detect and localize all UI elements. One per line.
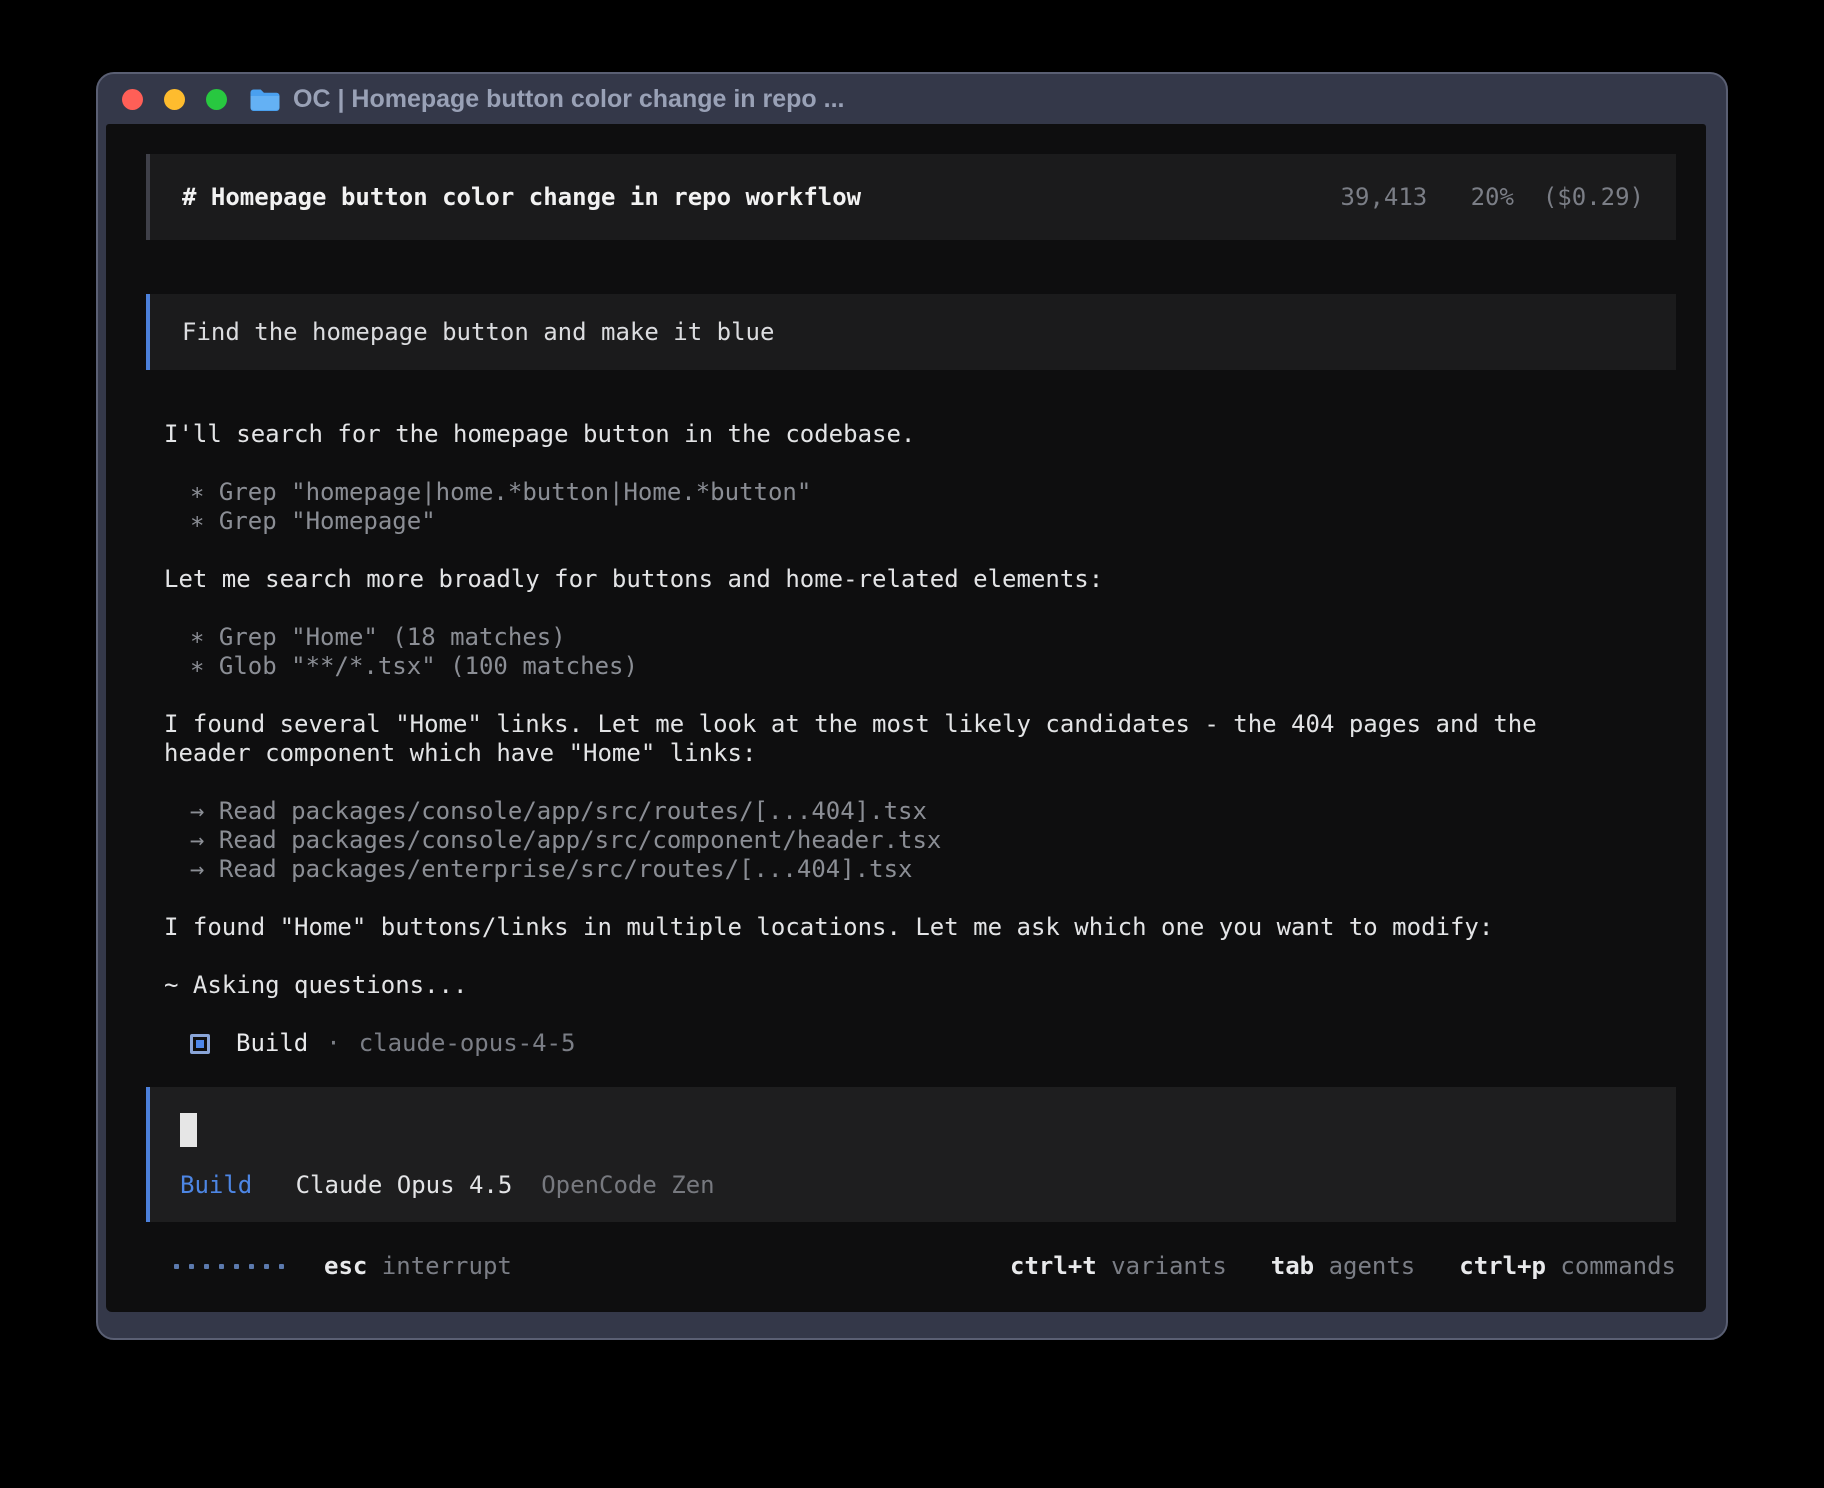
window-title: OC | Homepage button color change in rep… bbox=[293, 85, 844, 114]
agent-model: claude-opus-4-5 bbox=[359, 1029, 576, 1058]
prompt-input[interactable]: Build Claude Opus 4.5 OpenCode Zen bbox=[146, 1087, 1676, 1222]
tool-call-grep: ∗ Grep "Homepage" bbox=[164, 507, 1676, 536]
hint-key: tab bbox=[1271, 1252, 1314, 1281]
session-stats: 39,413 20% ($0.29) bbox=[1341, 183, 1644, 212]
hint-variants: ctrl+t variants bbox=[1010, 1252, 1227, 1281]
model-row: Build Claude Opus 4.5 OpenCode Zen bbox=[180, 1171, 1646, 1200]
minimize-button[interactable] bbox=[164, 89, 185, 110]
tool-call-read: → Read packages/enterprise/src/routes/[.… bbox=[164, 855, 1676, 884]
context-percent: 20% bbox=[1471, 183, 1514, 211]
tool-call-grep: ∗ Grep "Home" (18 matches) bbox=[164, 623, 1676, 652]
agent-name: Build bbox=[236, 1029, 308, 1058]
asking-questions-status: ~ Asking questions... bbox=[164, 971, 1676, 1000]
hint-key: esc bbox=[324, 1252, 367, 1281]
user-message: Find the homepage button and make it blu… bbox=[146, 294, 1676, 370]
spinner-dots-icon bbox=[174, 1264, 284, 1269]
prompt-input-line[interactable] bbox=[180, 1113, 1646, 1147]
terminal-content: # Homepage button color change in repo w… bbox=[106, 124, 1706, 1312]
tool-call-group: ∗ Grep "homepage|home.*button|Home.*butt… bbox=[164, 478, 1676, 536]
tool-call-group: → Read packages/console/app/src/routes/[… bbox=[164, 797, 1676, 884]
folder-icon bbox=[249, 87, 280, 112]
hint-commands: ctrl+p commands bbox=[1459, 1252, 1676, 1281]
tool-call-read: → Read packages/console/app/src/routes/[… bbox=[164, 797, 1676, 826]
maximize-button[interactable] bbox=[206, 89, 227, 110]
assistant-message: Let me search more broadly for buttons a… bbox=[164, 565, 1566, 594]
hint-key: ctrl+p bbox=[1459, 1252, 1546, 1281]
hint-agents: tab agents bbox=[1271, 1252, 1416, 1281]
terminal-window: OC | Homepage button color change in rep… bbox=[96, 72, 1728, 1340]
session-title: # Homepage button color change in repo w… bbox=[182, 183, 861, 212]
active-agent-label[interactable]: Build bbox=[180, 1171, 252, 1199]
session-cost: ($0.29) bbox=[1543, 183, 1644, 211]
hint-interrupt: esc interrupt bbox=[324, 1252, 512, 1281]
assistant-message: I found several "Home" links. Let me loo… bbox=[164, 710, 1566, 768]
tool-call-group: ∗ Grep "Home" (18 matches) ∗ Glob "**/*.… bbox=[164, 623, 1676, 681]
assistant-message: I'll search for the homepage button in t… bbox=[164, 420, 1566, 449]
window-controls bbox=[122, 89, 227, 110]
tool-call-grep: ∗ Grep "homepage|home.*button|Home.*butt… bbox=[164, 478, 1676, 507]
assistant-transcript: I'll search for the homepage button in t… bbox=[164, 420, 1676, 1058]
hint-label: interrupt bbox=[382, 1252, 512, 1281]
window-titlebar: OC | Homepage button color change in rep… bbox=[98, 74, 1726, 124]
close-button[interactable] bbox=[122, 89, 143, 110]
separator-dot: · bbox=[326, 1029, 340, 1058]
user-message-text: Find the homepage button and make it blu… bbox=[182, 318, 774, 347]
hint-label: variants bbox=[1111, 1252, 1227, 1281]
session-header: # Homepage button color change in repo w… bbox=[146, 154, 1676, 240]
text-cursor bbox=[180, 1113, 197, 1147]
model-provider-label: OpenCode Zen bbox=[541, 1171, 714, 1199]
hint-key: ctrl+t bbox=[1010, 1252, 1097, 1281]
status-bar: esc interrupt ctrl+t variants tab agents… bbox=[146, 1252, 1676, 1281]
hint-label: agents bbox=[1329, 1252, 1416, 1281]
token-count: 39,413 bbox=[1341, 183, 1428, 211]
agent-square-icon bbox=[190, 1034, 210, 1054]
assistant-message: I found "Home" buttons/links in multiple… bbox=[164, 913, 1566, 942]
tool-call-glob: ∗ Glob "**/*.tsx" (100 matches) bbox=[164, 652, 1676, 681]
hint-label: commands bbox=[1560, 1252, 1676, 1281]
tool-call-read: → Read packages/console/app/src/componen… bbox=[164, 826, 1676, 855]
agent-status-row: Build · claude-opus-4-5 bbox=[164, 1029, 1676, 1058]
active-model-label[interactable]: Claude Opus 4.5 bbox=[296, 1171, 513, 1199]
